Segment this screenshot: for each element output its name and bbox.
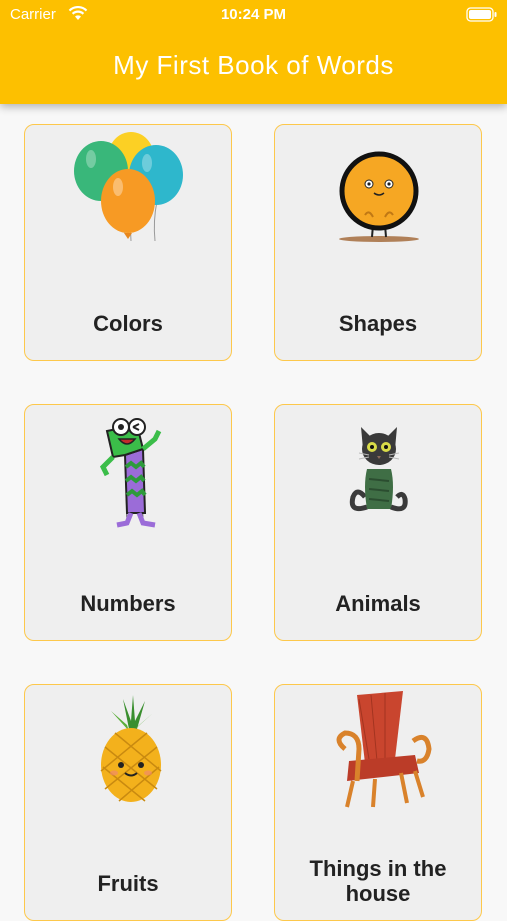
category-card-numbers[interactable]: Numbers: [24, 404, 232, 641]
pineapple-icon: [100, 695, 162, 802]
category-card-colors[interactable]: Colors: [24, 124, 232, 361]
category-label: Fruits: [97, 871, 159, 896]
category-card-shapes[interactable]: Shapes: [274, 124, 482, 361]
category-label: Colors: [93, 311, 163, 336]
category-label: Animals: [335, 591, 421, 616]
circle-character-icon: [339, 151, 419, 242]
cat-icon: [349, 427, 408, 512]
category-label: Things in the house: [309, 856, 447, 906]
page-title: My First Book of Words: [113, 50, 394, 80]
battery-icon: [466, 7, 497, 22]
category-card-fruits[interactable]: Fruits: [24, 684, 232, 921]
app-header: Carrier 10:24 PM My First Book of Words: [0, 0, 507, 104]
category-label: Shapes: [338, 311, 418, 336]
status-bar: Carrier 10:24 PM: [0, 0, 507, 32]
category-card-animals[interactable]: Animals: [274, 404, 482, 641]
chair-icon: [336, 691, 432, 808]
clock: 10:24 PM: [220, 6, 287, 23]
category-card-things-in-the-house[interactable]: Things in the house: [274, 684, 482, 921]
balloons-icon: [74, 132, 183, 242]
category-label: Numbers: [80, 591, 176, 616]
category-grid: Colors Shapes Numbers Animals Fruits Thi…: [0, 0, 507, 921]
number-one-character-icon: [99, 418, 162, 528]
